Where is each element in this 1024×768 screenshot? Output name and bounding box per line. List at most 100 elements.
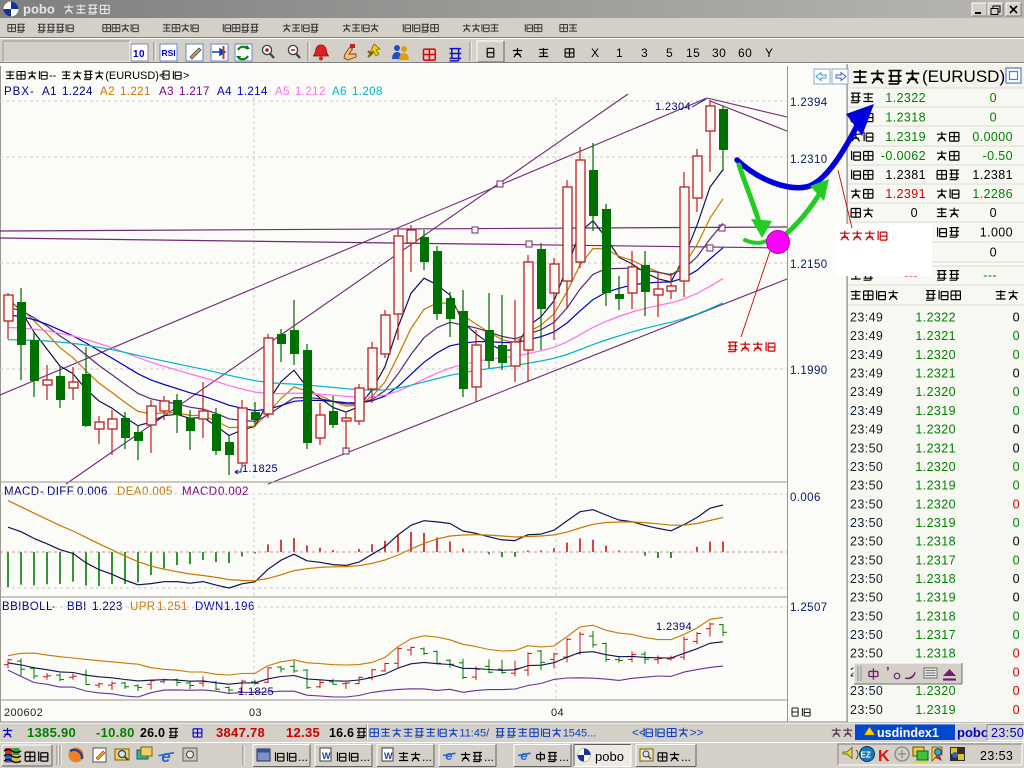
svg-text:1.2150: 1.2150 — [790, 259, 828, 271]
svg-text:1.2394: 1.2394 — [656, 621, 692, 633]
svg-text:W: W — [384, 751, 393, 761]
svg-text:X: X — [591, 46, 599, 60]
svg-text:1.2320: 1.2320 — [915, 385, 956, 399]
svg-text:0: 0 — [1013, 516, 1020, 530]
svg-text:DEA: DEA — [117, 486, 142, 498]
svg-text:0: 0 — [1013, 460, 1020, 474]
svg-text:1.251: 1.251 — [157, 601, 188, 613]
svg-text:1.000: 1.000 — [980, 226, 1013, 240]
svg-text:0: 0 — [1013, 404, 1020, 418]
svg-text:23:50: 23:50 — [850, 441, 883, 455]
svg-text:>: > — [183, 70, 189, 82]
svg-text:0: 0 — [1013, 311, 1020, 325]
svg-text:1.2322: 1.2322 — [885, 91, 926, 105]
svg-text:26.0: 26.0 — [140, 726, 165, 740]
svg-text:1.2304: 1.2304 — [655, 101, 691, 113]
svg-text:0: 0 — [1013, 535, 1020, 549]
svg-text:5: 5 — [666, 46, 673, 60]
svg-text:0.006: 0.006 — [790, 492, 821, 504]
svg-text:0: 0 — [911, 206, 918, 220]
svg-text:0: 0 — [1013, 423, 1020, 437]
svg-text:1.1825: 1.1825 — [242, 463, 278, 475]
svg-text:-0.50: -0.50 — [983, 149, 1014, 163]
svg-text:1.2319: 1.2319 — [915, 404, 956, 418]
svg-text:23:50: 23:50 — [850, 497, 883, 511]
svg-text:-10.80: -10.80 — [96, 725, 135, 740]
svg-text:1.2394: 1.2394 — [790, 97, 828, 109]
svg-text:RSI: RSI — [162, 48, 176, 58]
svg-text:23:50: 23:50 — [850, 535, 883, 549]
svg-text:0: 0 — [1013, 385, 1020, 399]
svg-text:...: ... — [298, 750, 308, 764]
svg-text:1.2381: 1.2381 — [885, 168, 926, 182]
svg-text:0: 0 — [1013, 628, 1020, 642]
svg-text:1.2321: 1.2321 — [915, 441, 956, 455]
svg-text:PBX: PBX — [4, 86, 30, 98]
svg-text:0: 0 — [990, 91, 997, 105]
svg-text:...: ... — [484, 750, 494, 764]
svg-text:...: ... — [422, 750, 432, 764]
svg-text:1.2319: 1.2319 — [915, 591, 956, 605]
svg-text:23:50: 23:50 — [850, 516, 883, 530]
svg-text:-: - — [40, 486, 44, 498]
svg-text:0.0000: 0.0000 — [972, 130, 1013, 144]
svg-text:04: 04 — [551, 707, 564, 719]
svg-text:1.2318: 1.2318 — [915, 572, 956, 586]
svg-text:1.2319: 1.2319 — [915, 703, 956, 717]
svg-text:23:49: 23:49 — [850, 423, 883, 437]
svg-text:-: - — [30, 86, 34, 98]
svg-text:200602: 200602 — [4, 707, 43, 719]
svg-text:(EURUSD): (EURUSD) — [922, 67, 1005, 86]
svg-text:0: 0 — [1013, 647, 1020, 661]
svg-text:1.2310: 1.2310 — [790, 154, 828, 166]
svg-text:12.35: 12.35 — [286, 725, 320, 740]
svg-text:3: 3 — [641, 46, 648, 60]
svg-text:...: ... — [681, 750, 691, 764]
svg-text:---: --- — [983, 269, 997, 283]
svg-text:0: 0 — [1013, 665, 1020, 679]
svg-text:1.221: 1.221 — [120, 86, 151, 98]
svg-text:0: 0 — [1013, 367, 1020, 381]
svg-text:23:50: 23:50 — [850, 647, 883, 661]
svg-text:23:50: 23:50 — [850, 703, 883, 717]
svg-text:1.1825: 1.1825 — [238, 686, 274, 698]
svg-text:0: 0 — [1013, 553, 1020, 567]
svg-text:16.6: 16.6 — [329, 726, 354, 740]
svg-text:1.2319: 1.2319 — [915, 479, 956, 493]
svg-text:23:49: 23:49 — [850, 329, 883, 343]
svg-text:23:49: 23:49 — [850, 404, 883, 418]
svg-text:1.2286: 1.2286 — [972, 187, 1013, 201]
svg-text:0.005: 0.005 — [142, 486, 173, 498]
svg-text:1545...: 1545... — [563, 728, 597, 740]
svg-text:1.212: 1.212 — [295, 86, 326, 98]
svg-text:3847.78: 3847.78 — [216, 725, 265, 740]
svg-text:pobo: pobo — [23, 2, 55, 17]
svg-text:0.006: 0.006 — [77, 486, 108, 498]
svg-text:1.2318: 1.2318 — [915, 609, 956, 623]
svg-text:1.2317: 1.2317 — [915, 553, 956, 567]
svg-text:0: 0 — [1013, 348, 1020, 362]
svg-text:pobo: pobo — [957, 725, 989, 740]
svg-text:0: 0 — [1013, 497, 1020, 511]
svg-text:...: ... — [559, 750, 569, 764]
svg-text:60: 60 — [738, 46, 752, 60]
svg-text:usdindex1: usdindex1 — [877, 726, 939, 740]
svg-text:1.1990: 1.1990 — [790, 365, 828, 377]
svg-text:W: W — [322, 751, 331, 761]
svg-text:EZ: EZ — [861, 751, 871, 760]
svg-text:’: ’ — [886, 664, 890, 679]
svg-text:0: 0 — [990, 206, 997, 220]
svg-text:MACD: MACD — [4, 486, 39, 498]
svg-text:15: 15 — [686, 46, 700, 60]
svg-text:1.2381: 1.2381 — [972, 168, 1013, 182]
svg-text:A2: A2 — [100, 86, 115, 98]
svg-text:23:50: 23:50 — [850, 460, 883, 474]
svg-text:23:53: 23:53 — [980, 749, 1013, 763]
svg-text:1.2320: 1.2320 — [915, 497, 956, 511]
svg-text:0: 0 — [1013, 609, 1020, 623]
svg-text:0: 0 — [1013, 479, 1020, 493]
svg-text:10: 10 — [133, 49, 145, 60]
svg-text:1.214: 1.214 — [237, 86, 268, 98]
svg-text:1.2320: 1.2320 — [915, 423, 956, 437]
svg-text:30: 30 — [712, 46, 726, 60]
